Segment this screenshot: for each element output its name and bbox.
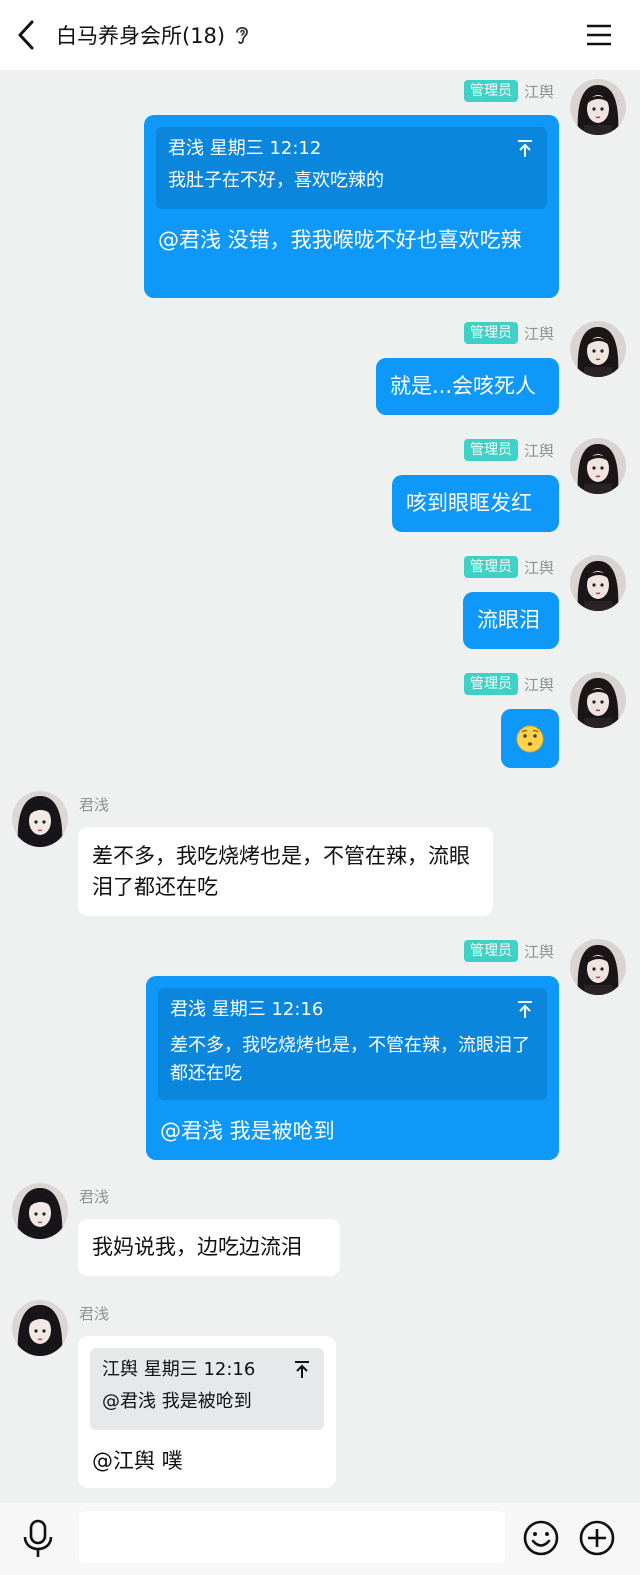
message-bubble[interactable]: 君浅 星期三 12:12 我肚子在不好，喜欢吃辣的 @君浅 没错，我我喉咙不好也… xyxy=(144,115,559,298)
sender-name: 江舆 xyxy=(523,82,554,101)
quoted-message[interactable]: 君浅 星期三 12:16 差不多，我吃烧烤也是，不管在辣，流眼泪了都还在吃 xyxy=(158,988,547,1100)
emoji-icon[interactable] xyxy=(522,1519,560,1557)
jump-to-original-icon[interactable] xyxy=(515,137,535,161)
confused-face-emoji xyxy=(515,724,545,754)
avatar[interactable] xyxy=(570,939,626,995)
message-bubble[interactable]: 江舆 星期三 12:16 @君浅 我是被呛到 @江舆 噗 xyxy=(78,1336,336,1488)
quote-author-time: 君浅 星期三 12:12 xyxy=(168,138,322,159)
quote-author-time: 君浅 星期三 12:16 xyxy=(170,999,324,1020)
menu-icon[interactable] xyxy=(584,20,614,50)
quoted-message[interactable]: 君浅 星期三 12:12 我肚子在不好，喜欢吃辣的 xyxy=(156,127,547,209)
message-text: 咳到眼眶发红 xyxy=(406,491,532,515)
jump-to-original-icon[interactable] xyxy=(515,998,535,1022)
admin-badge: 管理员 xyxy=(463,556,518,578)
microphone-icon[interactable] xyxy=(18,1517,58,1559)
message-bubble[interactable]: 君浅 星期三 12:16 差不多，我吃烧烤也是，不管在辣，流眼泪了都还在吃 @君… xyxy=(146,976,559,1160)
plus-icon[interactable] xyxy=(578,1519,616,1557)
avatar[interactable] xyxy=(570,555,626,611)
sender-name: 江舆 xyxy=(523,324,554,343)
avatar[interactable] xyxy=(570,321,626,377)
quote-text: @君浅 我是被呛到 xyxy=(102,1391,252,1412)
avatar[interactable] xyxy=(12,791,68,847)
message-text: 流眼泪 xyxy=(477,608,540,632)
admin-badge: 管理员 xyxy=(463,439,518,461)
sender-name: 君浅 xyxy=(79,1305,110,1323)
message-meta: 管理员 江舆 xyxy=(463,322,554,344)
message-text: 就是...会咳死人 xyxy=(390,374,537,398)
sender-name: 江舆 xyxy=(523,675,554,694)
message-text: @江舆 噗 xyxy=(92,1449,183,1473)
avatar[interactable] xyxy=(570,438,626,494)
sender-name: 江舆 xyxy=(523,441,554,460)
message-meta: 管理员 江舆 xyxy=(463,80,554,102)
avatar[interactable] xyxy=(570,672,626,728)
message-meta: 管理员 江舆 xyxy=(463,556,554,578)
message-meta: 管理员 江舆 xyxy=(463,940,554,962)
message-bubble[interactable]: 就是...会咳死人 xyxy=(376,358,559,415)
quote-author-time: 江舆 星期三 12:16 xyxy=(102,1359,256,1380)
back-arrow-icon[interactable] xyxy=(12,16,44,54)
message-input[interactable] xyxy=(79,1511,505,1563)
sender-name: 江舆 xyxy=(523,942,554,961)
admin-badge: 管理员 xyxy=(463,673,518,695)
ear-icon xyxy=(234,24,250,46)
message-text: 我妈说我，边吃边流泪 xyxy=(92,1235,302,1259)
chat-header: 白马养身会所(18) xyxy=(0,0,640,70)
input-bar xyxy=(0,1503,640,1575)
quoted-message[interactable]: 江舆 星期三 12:16 @君浅 我是被呛到 xyxy=(90,1348,324,1430)
message-bubble[interactable]: 差不多，我吃烧烤也是，不管在辣，流眼泪了都还在吃 xyxy=(78,827,493,916)
admin-badge: 管理员 xyxy=(463,80,518,102)
message-bubble[interactable]: 咳到眼眶发红 xyxy=(392,475,559,532)
sender-name: 君浅 xyxy=(79,796,110,814)
sender-name: 江舆 xyxy=(523,558,554,577)
quote-text: 我肚子在不好，喜欢吃辣的 xyxy=(168,170,384,191)
quote-text: 差不多，我吃烧烤也是，不管在辣，流眼泪了都还在吃 xyxy=(170,1035,530,1084)
message-meta: 管理员 江舆 xyxy=(463,673,554,695)
admin-badge: 管理员 xyxy=(463,322,518,344)
message-meta: 管理员 江舆 xyxy=(463,439,554,461)
jump-to-original-icon[interactable] xyxy=(292,1358,312,1382)
message-bubble[interactable]: 流眼泪 xyxy=(463,592,559,649)
message-text: 差不多，我吃烧烤也是，不管在辣，流眼泪了都还在吃 xyxy=(92,844,470,899)
avatar[interactable] xyxy=(570,79,626,135)
avatar[interactable] xyxy=(12,1183,68,1239)
message-text: @君浅 没错，我我喉咙不好也喜欢吃辣 xyxy=(158,228,522,252)
avatar[interactable] xyxy=(12,1300,68,1356)
message-bubble[interactable] xyxy=(501,709,559,768)
sender-name: 君浅 xyxy=(79,1188,110,1206)
chat-title: 白马养身会所(18) xyxy=(56,24,226,48)
admin-badge: 管理员 xyxy=(463,940,518,962)
message-text: @君浅 我是被呛到 xyxy=(160,1119,335,1143)
message-bubble[interactable]: 我妈说我，边吃边流泪 xyxy=(78,1219,340,1276)
